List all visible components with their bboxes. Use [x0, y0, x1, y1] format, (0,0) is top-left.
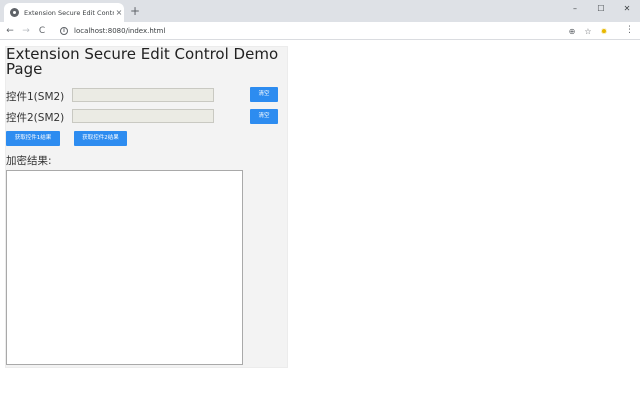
tab-close-icon[interactable]: × — [114, 8, 124, 17]
zoom-icon[interactable]: ⊕ — [566, 27, 578, 36]
star-icon[interactable]: ☆ — [582, 27, 594, 36]
result-textarea[interactable] — [6, 170, 243, 365]
tab-strip: Extension Secure Edit Control × + – ☐ ✕ — [0, 0, 640, 22]
maximize-button[interactable]: ☐ — [588, 0, 614, 16]
demo-page: Extension Secure Edit Control Demo Page … — [5, 46, 288, 368]
control2-label: 控件2(SM2) — [6, 112, 65, 124]
extension-icon[interactable]: ✹ — [598, 27, 610, 36]
control2-input[interactable] — [72, 109, 214, 123]
menu-icon[interactable]: ⋮ — [625, 25, 634, 35]
control1-label: 控件1(SM2) — [6, 91, 65, 103]
url-text[interactable]: localhost:8080/index.html — [74, 27, 165, 35]
back-button[interactable]: ← — [4, 25, 16, 37]
address-bar[interactable]: i localhost:8080/index.html ⊕ ☆ ✹ — [56, 24, 610, 38]
forward-button[interactable]: → — [20, 25, 32, 37]
info-icon[interactable]: i — [60, 27, 68, 35]
favicon-icon — [10, 8, 19, 17]
result-label: 加密结果: — [6, 155, 52, 167]
new-tab-button[interactable]: + — [128, 5, 142, 19]
window-controls: – ☐ ✕ — [562, 0, 640, 16]
clear-control1-button[interactable]: 清空 — [250, 87, 278, 102]
browser-tab[interactable]: Extension Secure Edit Control × — [4, 3, 124, 22]
page-title: Extension Secure Edit Control Demo Page — [6, 45, 279, 78]
reload-button[interactable]: C — [36, 25, 48, 37]
clear-control2-button[interactable]: 清空 — [250, 109, 278, 124]
get-control1-result-button[interactable]: 获取控件1结果 — [6, 131, 60, 146]
get-control2-result-button[interactable]: 获取控件2结果 — [74, 131, 127, 146]
control1-input[interactable] — [72, 88, 214, 102]
close-window-button[interactable]: ✕ — [614, 0, 640, 16]
tab-title: Extension Secure Edit Control — [24, 8, 114, 17]
browser-toolbar: ← → C i localhost:8080/index.html ⊕ ☆ ✹ — [0, 22, 640, 40]
minimize-button[interactable]: – — [562, 0, 588, 16]
